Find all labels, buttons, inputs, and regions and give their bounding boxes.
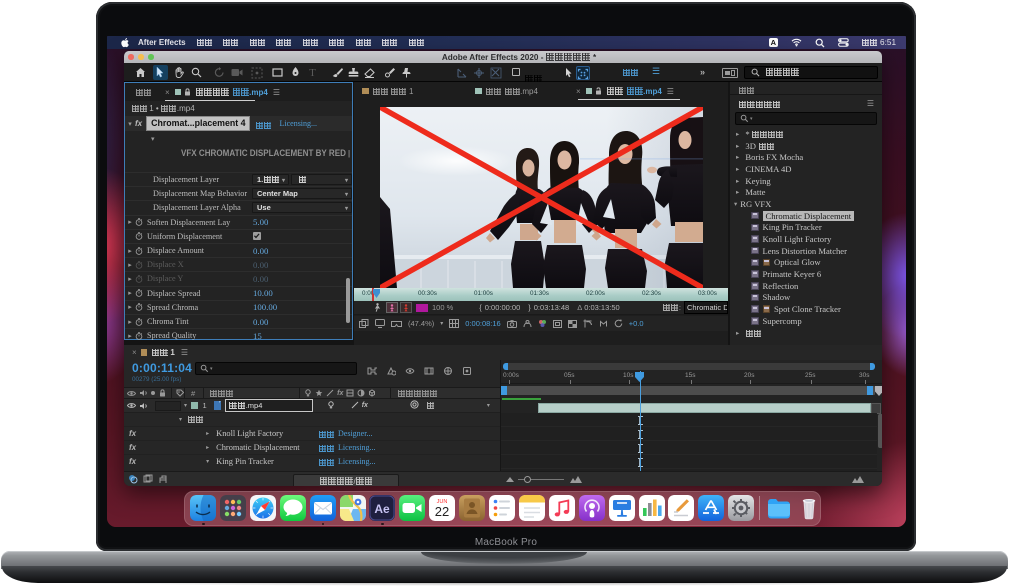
svg-text:Ae: Ae	[375, 502, 391, 516]
svg-text:T: T	[309, 67, 316, 78]
svg-text:22: 22	[435, 504, 449, 519]
